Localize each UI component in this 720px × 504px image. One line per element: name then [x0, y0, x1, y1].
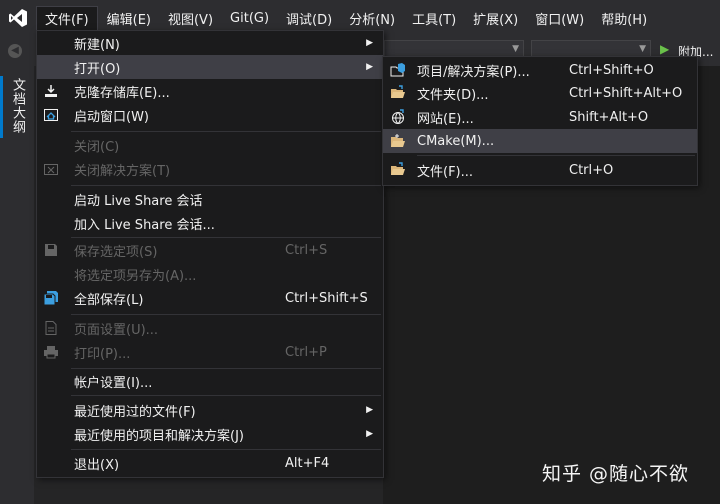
menu-item-label: 关闭解决方案(T) [74, 163, 171, 179]
sidetab-accent [0, 76, 3, 138]
menu-item-shortcut: Ctrl+P [285, 344, 327, 360]
watermark: 知乎 @随心不欲 [542, 463, 690, 485]
save-icon [43, 242, 59, 258]
menu-extensions[interactable]: 扩展(X) [465, 6, 526, 30]
menu-separator [71, 185, 381, 186]
menu-item-label: 克隆存储库(E)... [74, 85, 170, 101]
chevron-down-icon: ▼ [639, 44, 646, 54]
project-solution-icon [390, 62, 406, 78]
menu-item-exit[interactable]: 退出(X) Alt+F4 [37, 451, 383, 475]
visual-studio-logo-icon[interactable] [0, 0, 36, 36]
menu-item-label: 全部保存(L) [74, 292, 144, 308]
menu-item-recent-projects[interactable]: 最近使用的项目和解决方案(J) ▶ [37, 422, 383, 446]
menu-item-shortcut: Shift+Alt+O [569, 109, 649, 125]
menu-item-shortcut: Ctrl+Shift+O [569, 62, 654, 78]
menu-item-label: 加入 Live Share 会话... [74, 217, 215, 233]
menu-item-label: 打印(P)... [74, 346, 131, 362]
side-tool-strip: 文档大纲 [0, 66, 34, 504]
print-icon [43, 344, 59, 360]
menu-item-label: 帐户设置(I)... [74, 375, 153, 391]
menu-tools[interactable]: 工具(T) [404, 6, 464, 30]
menu-item-label: 启动 Live Share 会话 [74, 193, 203, 209]
run-icon[interactable]: ▶ [660, 42, 669, 56]
chevron-right-icon: ▶ [366, 429, 373, 439]
menu-item-recent-files[interactable]: 最近使用过的文件(F) ▶ [37, 398, 383, 422]
menu-item-label: 网站(E)... [417, 111, 474, 127]
menu-item-print: 打印(P)... Ctrl+P [37, 340, 383, 364]
menu-item-shortcut: Alt+F4 [285, 455, 330, 471]
menu-item-shortcut: Ctrl+Shift+S [285, 290, 368, 306]
menu-item-shortcut: Ctrl+O [569, 162, 614, 178]
submenu-item-file[interactable]: 文件(F)... Ctrl+O [383, 158, 697, 182]
submenu-item-project-solution[interactable]: 项目/解决方案(P)... Ctrl+Shift+O [383, 58, 697, 82]
menu-separator [71, 131, 381, 132]
menu-item-close-solution: 关闭解决方案(T) [37, 157, 383, 181]
menu-git[interactable]: Git(G) [222, 6, 277, 30]
menu-item-label: 退出(X) [74, 457, 120, 473]
menu-item-save-all[interactable]: 全部保存(L) Ctrl+Shift+S [37, 286, 383, 310]
menu-item-save-selected: 保存选定项(S) Ctrl+S [37, 238, 383, 262]
menu-item-account-settings[interactable]: 帐户设置(I)... [37, 369, 383, 393]
menu-item-start-live-share[interactable]: 启动 Live Share 会话 [37, 187, 383, 211]
menu-item-label: 页面设置(U)... [74, 322, 159, 338]
open-submenu: 项目/解决方案(P)... Ctrl+Shift+O 文件夹(D)... Ctr… [382, 56, 698, 186]
menu-item-label: 关闭(C) [74, 139, 120, 155]
folder-icon [390, 85, 406, 101]
menu-item-label: 文件夹(D)... [417, 87, 489, 103]
menu-item-label: 文件(F)... [417, 164, 474, 180]
menu-item-label: 将选定项另存为(A)... [74, 268, 197, 284]
close-solution-icon [43, 161, 59, 177]
menu-item-save-as: 将选定项另存为(A)... [37, 262, 383, 286]
menu-item-label: 最近使用的项目和解决方案(J) [74, 428, 244, 444]
menu-analyze[interactable]: 分析(N) [341, 6, 403, 30]
menu-item-label: 最近使用过的文件(F) [74, 404, 196, 420]
menu-item-label: 启动窗口(W) [74, 109, 149, 125]
menu-view[interactable]: 视图(V) [160, 6, 221, 30]
menu-item-shortcut: Ctrl+S [285, 242, 328, 258]
website-icon [390, 109, 406, 125]
menu-edit[interactable]: 编辑(E) [99, 6, 159, 30]
menu-item-label: 打开(O) [74, 61, 121, 77]
menu-item-page-setup: 页面设置(U)... [37, 316, 383, 340]
menu-item-label: CMake(M)... [417, 133, 495, 149]
chevron-right-icon: ▶ [366, 38, 373, 48]
menu-file[interactable]: 文件(F) [36, 5, 98, 31]
open-file-icon [390, 162, 406, 178]
menu-item-new[interactable]: 新建(N) ▶ [37, 31, 383, 55]
document-outline-tab[interactable]: 文档大纲 [8, 78, 27, 134]
menu-separator [71, 449, 381, 450]
save-all-icon [43, 290, 59, 306]
chevron-down-icon: ▼ [512, 44, 519, 54]
menu-separator [71, 314, 381, 315]
menu-item-start-window[interactable]: 启动窗口(W) [37, 103, 383, 127]
menu-item-close: 关闭(C) [37, 133, 383, 157]
submenu-item-website[interactable]: 网站(E)... Shift+Alt+O [383, 105, 697, 129]
menu-item-clone-repo[interactable]: 克隆存储库(E)... [37, 79, 383, 103]
submenu-item-cmake[interactable]: CMake(M)... [383, 129, 697, 153]
menu-item-shortcut: Ctrl+Shift+Alt+O [569, 85, 683, 101]
menu-debug[interactable]: 调试(D) [278, 6, 340, 30]
menu-separator [417, 155, 695, 156]
page-setup-icon [43, 320, 59, 336]
menu-item-label: 新建(N) [74, 37, 120, 53]
menu-item-label: 保存选定项(S) [74, 244, 158, 260]
back-icon[interactable]: ◀ [8, 44, 22, 58]
chevron-right-icon: ▶ [366, 62, 373, 72]
menu-separator [71, 395, 381, 396]
menu-item-open[interactable]: 打开(O) ▶ [37, 55, 383, 79]
cmake-folder-icon [390, 133, 406, 149]
menu-window[interactable]: 窗口(W) [527, 6, 592, 30]
menu-help[interactable]: 帮助(H) [593, 6, 655, 30]
clone-icon [43, 83, 59, 99]
submenu-item-folder[interactable]: 文件夹(D)... Ctrl+Shift+Alt+O [383, 81, 697, 105]
file-menu: 新建(N) ▶ 打开(O) ▶ 克隆存储库(E)... 启动窗口(W) 关闭(C… [36, 30, 384, 478]
menu-item-join-live-share[interactable]: 加入 Live Share 会话... [37, 211, 383, 235]
chevron-right-icon: ▶ [366, 405, 373, 415]
menu-item-label: 项目/解决方案(P)... [417, 64, 530, 80]
home-window-icon [43, 107, 59, 123]
